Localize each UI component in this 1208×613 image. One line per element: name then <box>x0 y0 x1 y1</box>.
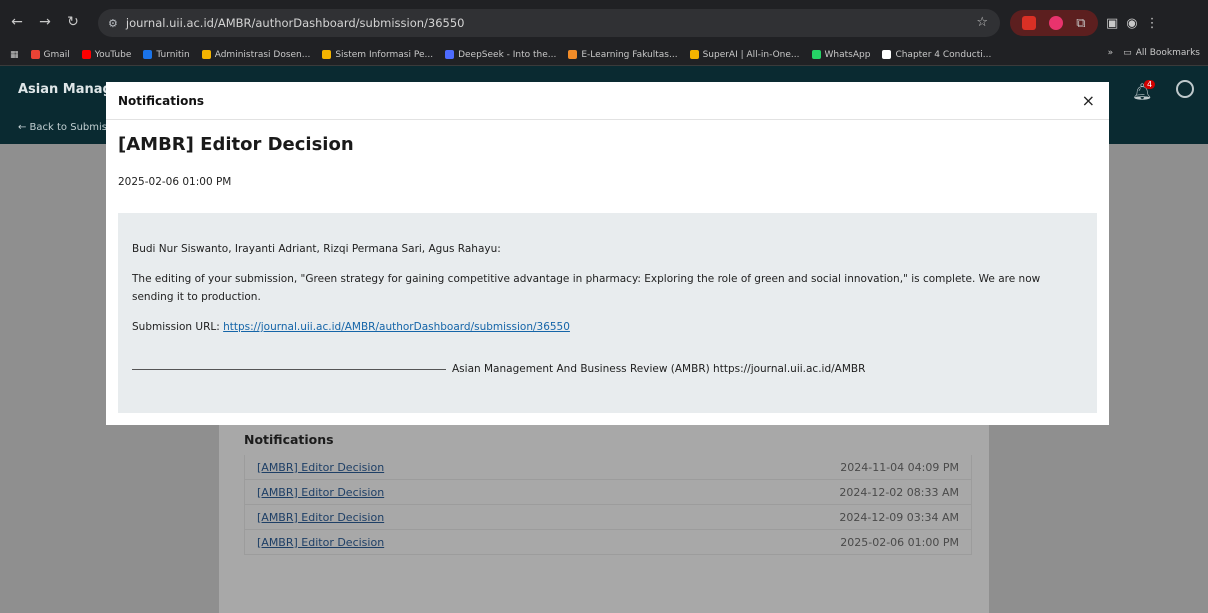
notification-date: 2024-12-09 03:34 AM <box>839 510 959 524</box>
bookmark-star-icon[interactable]: ☆ <box>976 15 988 30</box>
reload-icon[interactable]: ↻ <box>62 14 84 30</box>
signature-divider <box>132 369 446 370</box>
table-row: [AMBR] Editor Decision 2024-12-02 08:33 … <box>244 480 972 505</box>
bookmark-label: Gmail <box>43 49 70 60</box>
notification-date: 2024-12-02 08:33 AM <box>839 485 959 499</box>
menu-kebab-icon[interactable]: ⋮ <box>1146 16 1159 31</box>
notification-modal: Notifications × [AMBR] Editor Decision 2… <box>106 82 1109 425</box>
bookmarks-right: » ▭ All Bookmarks <box>1108 48 1200 58</box>
notification-date: 2024-11-04 04:09 PM <box>840 460 959 474</box>
profile-icon[interactable]: ◉ <box>1126 16 1137 31</box>
bookmark-label: Turnitin <box>156 49 190 60</box>
bookmark-item[interactable]: Administrasi Dosen... <box>201 49 311 60</box>
bookmark-item[interactable]: SuperAI | All-in-One... <box>689 49 800 60</box>
folder-icon: ▭ <box>1123 48 1132 58</box>
all-bookmarks-button[interactable]: ▭ All Bookmarks <box>1123 48 1200 58</box>
notification-date: 2025-02-06 01:00 PM <box>840 535 959 549</box>
signature-text: Asian Management And Business Review (AM… <box>452 363 866 375</box>
bookmark-label: Administrasi Dosen... <box>214 49 311 60</box>
bookmark-favicon <box>201 50 211 59</box>
extension-group: ⧉ <box>1010 10 1098 36</box>
extensions-area: ⧉ ▣ ◉ ⋮ <box>1010 9 1159 37</box>
decision-title: [AMBR] Editor Decision <box>118 134 354 155</box>
notifications-heading: Notifications <box>244 432 334 447</box>
submission-url-link[interactable]: https://journal.uii.ac.id/AMBR/authorDas… <box>223 321 570 333</box>
bookmark-item[interactable]: Chapter 4 Conducti... <box>882 50 991 60</box>
bookmarks-bar: ▦ Gmail YouTube Turnitin Administrasi Do… <box>0 44 1208 66</box>
site-settings-icon[interactable]: ⚙ <box>108 17 118 30</box>
message-text: The editing of your submission, "Green s… <box>132 273 1041 303</box>
bookmark-favicon <box>689 50 699 59</box>
close-icon[interactable]: × <box>1082 91 1095 110</box>
notification-link[interactable]: [AMBR] Editor Decision <box>257 486 384 499</box>
message-signature: Asian Management And Business Review (AM… <box>132 360 1083 378</box>
bookmark-label: YouTube <box>94 49 132 60</box>
address-bar[interactable]: ⚙ journal.uii.ac.id/AMBR/authorDashboard… <box>98 9 1000 37</box>
modal-header: Notifications × <box>106 82 1109 120</box>
extension-icon[interactable] <box>1022 16 1037 30</box>
user-avatar-icon[interactable] <box>1176 80 1194 98</box>
bookmark-label: E-Learning Fakultas... <box>581 49 678 60</box>
extension-shield-icon[interactable] <box>1049 16 1064 30</box>
reading-list-icon[interactable]: ▣ <box>1106 16 1118 31</box>
bookmark-item[interactable]: WhatsApp <box>811 49 871 60</box>
notification-link[interactable]: [AMBR] Editor Decision <box>257 511 384 524</box>
notification-count-badge: 4 <box>1144 80 1156 89</box>
notification-link[interactable]: [AMBR] Editor Decision <box>257 461 384 474</box>
bookmark-favicon <box>322 50 332 59</box>
back-arrow-icon[interactable]: ← <box>6 14 28 30</box>
bookmark-item[interactable]: DeepSeek - Into the... <box>445 50 556 60</box>
bookmark-favicon <box>568 50 578 59</box>
bookmark-item[interactable]: Turnitin <box>143 49 190 60</box>
bookmark-label: WhatsApp <box>824 49 871 60</box>
bookmark-item[interactable]: E-Learning Fakultas... <box>568 49 678 60</box>
decision-date: 2025-02-06 01:00 PM <box>118 176 232 188</box>
bookmark-favicon <box>143 50 153 59</box>
address-bar-url: journal.uii.ac.id/AMBR/authorDashboard/s… <box>125 16 465 30</box>
message-greeting: Budi Nur Siswanto, Irayanti Adriant, Riz… <box>132 243 501 255</box>
bookmark-favicon <box>30 50 40 59</box>
bookmark-favicon <box>445 50 455 59</box>
bookmark-label: Sistem Informasi Pe... <box>335 49 434 60</box>
message-body: Budi Nur Siswanto, Irayanti Adriant, Riz… <box>118 213 1097 413</box>
submission-url-label: Submission URL: <box>132 321 224 333</box>
apps-grid-icon[interactable]: ▦ <box>10 50 19 60</box>
notification-link[interactable]: [AMBR] Editor Decision <box>257 536 384 549</box>
bookmark-item[interactable]: Gmail <box>30 49 70 60</box>
forward-arrow-icon[interactable]: → <box>34 14 56 30</box>
bookmark-label: SuperAI | All-in-One... <box>702 49 800 60</box>
table-row: [AMBR] Editor Decision 2025-02-06 01:00 … <box>244 530 972 555</box>
table-row: [AMBR] Editor Decision 2024-11-04 04:09 … <box>244 455 972 480</box>
browser-toolbar: ← → ↻ ⚙ journal.uii.ac.id/AMBR/authorDas… <box>0 0 1208 44</box>
bookmark-favicon <box>81 50 91 59</box>
back-to-submissions-link[interactable]: ← Back to Submis <box>18 122 107 133</box>
bookmark-item[interactable]: YouTube <box>81 49 132 60</box>
modal-header-title: Notifications <box>118 94 205 108</box>
bookmark-item[interactable]: Sistem Informasi Pe... <box>322 50 433 60</box>
bookmark-label: Chapter 4 Conducti... <box>895 49 992 60</box>
extensions-puzzle-icon[interactable]: ⧉ <box>1076 16 1085 31</box>
bookmark-favicon <box>811 50 821 59</box>
bookmark-favicon <box>882 50 892 59</box>
notifications-section: Notifications [AMBR] Editor Decision 202… <box>244 432 972 555</box>
bookmark-label: DeepSeek - Into the... <box>458 49 557 60</box>
table-row: [AMBR] Editor Decision 2024-12-09 03:34 … <box>244 505 972 530</box>
submission-url-line: Submission URL: https://journal.uii.ac.i… <box>132 318 1083 336</box>
all-bookmarks-label: All Bookmarks <box>1135 48 1200 58</box>
more-bookmarks-button[interactable]: » <box>1108 48 1114 58</box>
